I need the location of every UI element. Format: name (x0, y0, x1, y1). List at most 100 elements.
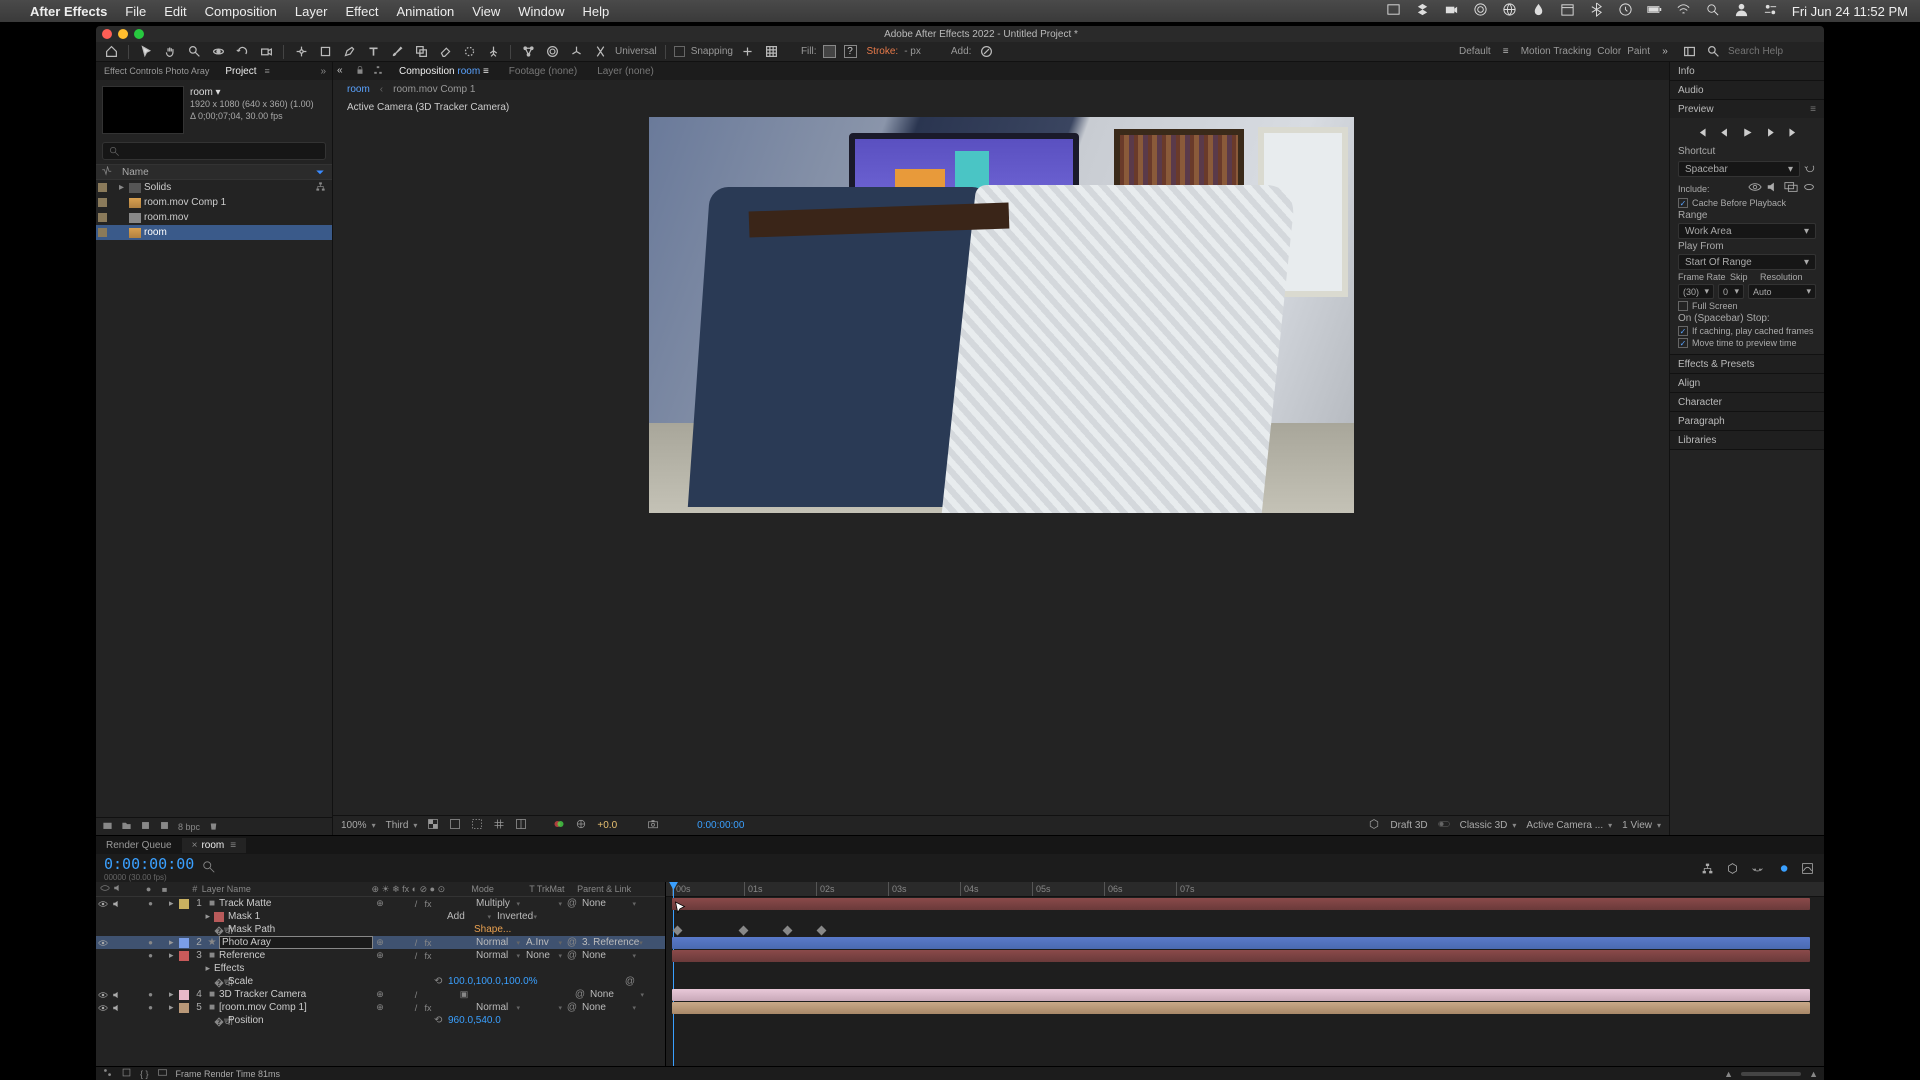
exposure-value[interactable]: +0.0 (597, 820, 617, 831)
guides-icon[interactable] (515, 818, 527, 833)
transparency-grid-icon[interactable] (427, 818, 439, 833)
first-frame-icon[interactable] (1695, 126, 1708, 142)
panel-audio[interactable]: Audio (1670, 81, 1824, 99)
toggle-modes-icon[interactable] (121, 1067, 132, 1080)
stroke-label[interactable]: Stroke: (867, 46, 899, 57)
fill-unknown-icon[interactable]: ? (844, 45, 857, 58)
draft3d-label[interactable]: Draft 3D (1390, 820, 1427, 831)
layer-row[interactable]: ●▸1■Track Matte⊕/fxMultiply@None (96, 897, 665, 910)
layer-row[interactable]: ●▸3■Reference⊕/fxNormalNone@None (96, 949, 665, 962)
status-globe-icon[interactable] (1502, 2, 1517, 20)
comp-flow-icon[interactable] (373, 65, 387, 77)
menu-composition[interactable]: Composition (205, 4, 277, 19)
project-items[interactable]: ▸Solids room.mov Comp 1 room.mov room (96, 180, 332, 817)
color-depth-icon[interactable] (159, 820, 170, 833)
project-row-room[interactable]: room (96, 225, 332, 240)
flow-chevron-icon[interactable]: ‹ (380, 84, 383, 95)
color-mgmt-icon[interactable] (575, 818, 587, 833)
draft3d-tl-icon[interactable] (1724, 861, 1741, 876)
cache-checkbox[interactable]: ✓ (1678, 198, 1688, 208)
close-button[interactable] (102, 29, 112, 39)
workspace-color[interactable]: Color (1597, 46, 1621, 57)
panel-info[interactable]: Info (1670, 62, 1824, 80)
tab-timeline-comp[interactable]: ×room≡ (182, 838, 246, 853)
col-mode[interactable]: Mode (471, 884, 529, 894)
trash-icon[interactable] (208, 820, 219, 833)
timeline-tracks[interactable]: 00s01s02s03s04s05s06s07s (666, 882, 1824, 1066)
menubar-clock[interactable]: Fri Jun 24 11:52 PM (1792, 4, 1908, 19)
panel-paragraph[interactable]: Paragraph (1670, 412, 1824, 430)
snapping-checkbox[interactable] (674, 46, 685, 57)
menu-edit[interactable]: Edit (164, 4, 186, 19)
zoom-dropdown[interactable]: 100% (341, 820, 376, 831)
keyframe[interactable] (673, 926, 683, 936)
anchor-tool-icon[interactable] (292, 44, 310, 60)
workspace-panel-icon[interactable] (1680, 44, 1698, 60)
timeline-layer-list[interactable]: ● # Layer Name ⊕ ☀ ❄ fx ◐ ⊘ ● ⊙ Mode T T… (96, 882, 666, 1066)
status-rect-icon[interactable] (1386, 2, 1401, 20)
next-frame-icon[interactable] (1764, 126, 1777, 142)
tab-footage[interactable]: Footage (none) (501, 64, 585, 79)
workspace-overflow-icon[interactable]: » (1656, 44, 1674, 60)
project-row-mov[interactable]: room.mov (96, 210, 332, 225)
skip-dropdown[interactable]: 0▾ (1718, 284, 1744, 299)
brush-tool-icon[interactable] (388, 44, 406, 60)
search-help-input[interactable] (1728, 46, 1818, 57)
timeline-search-icon[interactable] (202, 860, 216, 877)
layer-row[interactable]: �चौScale⟲100.0,100.0,100.0%@ (96, 975, 665, 988)
movetime-checkbox[interactable]: ✓ (1678, 338, 1688, 348)
workspace-menu-icon[interactable]: ≡ (1497, 44, 1515, 60)
snap-grid-icon[interactable] (763, 44, 781, 60)
panel-overflow-icon[interactable]: » (320, 66, 326, 77)
project-item-name[interactable]: room ▾ (190, 86, 314, 99)
new-folder-icon[interactable] (121, 820, 132, 833)
reset-icon[interactable] (1804, 162, 1816, 177)
rotobrush-tool-icon[interactable] (460, 44, 478, 60)
keyframe[interactable] (739, 926, 749, 936)
panel-effects-presets[interactable]: Effects & Presets (1670, 355, 1824, 373)
track-photoaray[interactable] (672, 937, 1810, 949)
camera-dropdown[interactable]: Active Camera ... (1526, 820, 1612, 831)
project-col-sort-icon[interactable] (314, 166, 326, 178)
comp-lock-icon[interactable] (355, 65, 369, 77)
toggle-switches-icon[interactable] (102, 1067, 113, 1080)
panel-character[interactable]: Character (1670, 393, 1824, 411)
col-trkmat[interactable]: T TrkMat (529, 884, 577, 894)
snap-opt-icon[interactable] (739, 44, 757, 60)
status-timemachine-icon[interactable] (1618, 2, 1633, 20)
shape-tool-icon[interactable] (316, 44, 334, 60)
status-cc-icon[interactable] (1473, 2, 1488, 20)
status-drop-icon[interactable] (1531, 2, 1546, 20)
puppet-tool-icon[interactable] (484, 44, 502, 60)
layer-row[interactable]: ●▸4■3D Tracker Camera⊕/▣@None (96, 988, 665, 1001)
maximize-button[interactable] (134, 29, 144, 39)
views-dropdown[interactable]: 1 View (1622, 820, 1661, 831)
zoom-tool-icon[interactable] (185, 44, 203, 60)
layer-row[interactable]: ▸Effects (96, 962, 665, 975)
comp-mini-flow-icon[interactable] (1699, 861, 1716, 876)
universal-icon[interactable] (591, 44, 609, 60)
toggle-inout-icon[interactable]: { } (140, 1069, 149, 1079)
draft3d-icon[interactable] (1368, 818, 1380, 833)
col-parent[interactable]: Parent & Link (577, 884, 665, 894)
graph-editor-icon[interactable] (1799, 861, 1816, 876)
status-calendar-icon[interactable] (1560, 2, 1575, 20)
include-video-icon[interactable] (1748, 181, 1762, 196)
preview-res-dropdown[interactable]: Auto▾ (1748, 284, 1816, 299)
motionblur-icon[interactable] (1774, 861, 1791, 876)
menu-file[interactable]: File (125, 4, 146, 19)
eraser-tool-icon[interactable] (436, 44, 454, 60)
track-roomcomp[interactable] (672, 1002, 1810, 1014)
bpc-label[interactable]: 8 bpc (178, 822, 200, 832)
mesh-icon[interactable] (519, 44, 537, 60)
rotate-tool-icon[interactable] (233, 44, 251, 60)
clone-tool-icon[interactable] (412, 44, 430, 60)
status-controlcenter-icon[interactable] (1763, 2, 1778, 20)
menu-view[interactable]: View (472, 4, 500, 19)
layer-row[interactable]: ▸Mask 1AddInverted (96, 910, 665, 923)
prev-frame-icon[interactable] (1718, 126, 1731, 142)
camera-tool-icon[interactable] (257, 44, 275, 60)
menu-animation[interactable]: Animation (396, 4, 454, 19)
loop-icon[interactable] (1802, 181, 1816, 196)
playfrom-dropdown[interactable]: Start Of Range▾ (1678, 254, 1816, 270)
